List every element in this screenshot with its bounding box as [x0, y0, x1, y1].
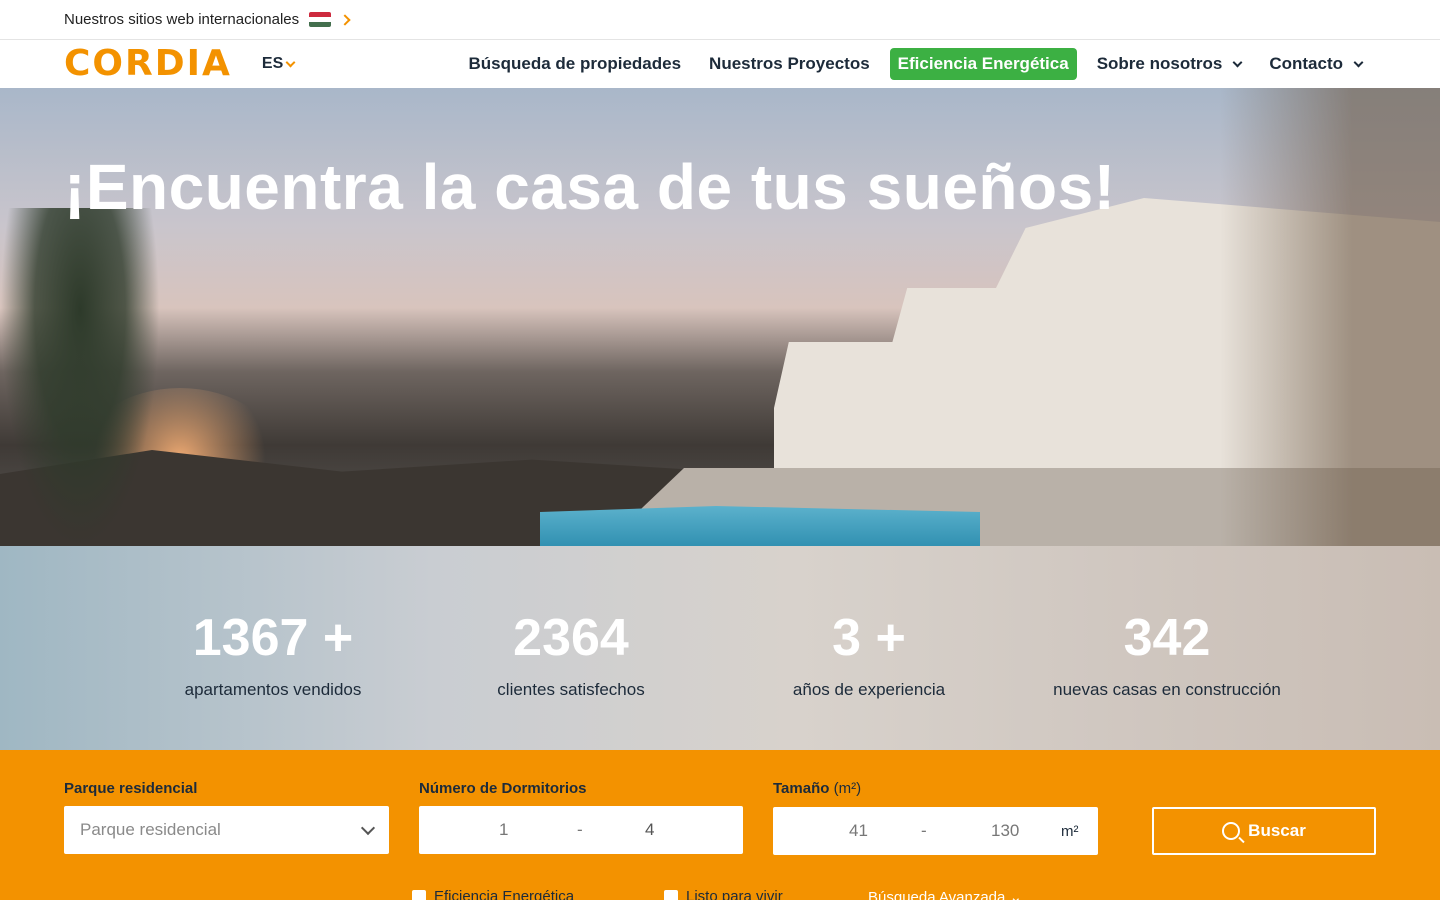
- stat-label: apartamentos vendidos: [184, 680, 362, 699]
- nav-item-projects[interactable]: Nuestros Proyectos: [695, 48, 884, 80]
- stat-label: clientes satisfechos: [497, 680, 645, 699]
- nav-item-label: Nuestros Proyectos: [709, 54, 870, 73]
- stat-satisfied-clients: 2364 clientes satisfechos: [441, 612, 701, 700]
- nav-item-about-us[interactable]: Sobre nosotros: [1083, 48, 1256, 80]
- park-placeholder: Parque residencial: [80, 820, 221, 839]
- hero-image-shade: [1220, 88, 1440, 546]
- stat-label: nuevas casas en construcción: [1053, 680, 1281, 699]
- checkbox-label: Eficiencia Energética: [434, 888, 575, 900]
- nav-item-label: Búsqueda de propiedades: [468, 54, 682, 73]
- stat-label: años de experiencia: [792, 680, 946, 699]
- range-separator: -: [577, 820, 583, 839]
- search-button-label: Buscar: [1248, 821, 1306, 840]
- chevron-down-icon: [360, 820, 376, 836]
- park-select[interactable]: Parque residencial: [64, 806, 389, 854]
- nav-menu: Búsqueda de propiedades Nuestros Proyect…: [455, 40, 1377, 88]
- chevron-down-icon: [1353, 57, 1364, 67]
- language-label: ES: [261, 55, 284, 72]
- hungary-flag-icon[interactable]: [309, 12, 332, 27]
- nav-item-label: Contacto: [1269, 54, 1343, 73]
- search-panel: Parque residencial Parque residencial Nú…: [0, 750, 1440, 900]
- nav-item-energy-efficiency[interactable]: Eficiencia Energética: [889, 48, 1077, 80]
- chevron-down-icon: [1232, 57, 1243, 67]
- checkbox-icon[interactable]: [664, 889, 678, 900]
- stat-value: 2364: [513, 609, 629, 667]
- checkbox-icon[interactable]: [412, 889, 426, 900]
- search-button[interactable]: Buscar: [1152, 807, 1376, 855]
- stat-apartments-sold: 1367 + apartamentos vendidos: [143, 612, 403, 700]
- stat-value: 1367 +: [192, 609, 354, 667]
- bedrooms-max[interactable]: 4: [645, 820, 654, 840]
- international-bar: Nuestros sitios web internacionales: [0, 0, 1440, 40]
- nav-item-property-search[interactable]: Búsqueda de propiedades: [455, 48, 696, 80]
- stats-section: 1367 + apartamentos vendidos 2364 client…: [0, 546, 1440, 750]
- stat-homes-under-construction: 342 nuevas casas en construcción: [1037, 612, 1297, 700]
- bedrooms-label: Número de Dormitorios: [419, 780, 587, 797]
- hero-image-palm: [0, 208, 160, 546]
- size-unit: m²: [1061, 822, 1079, 840]
- size-min[interactable]: 41: [849, 821, 868, 841]
- hero-banner: ¡Encuentra la casa de tus sueños!: [0, 88, 1440, 546]
- chevron-right-icon[interactable]: [339, 13, 351, 26]
- range-separator: -: [921, 821, 927, 840]
- checkbox-label: Listo para vivir: [686, 888, 783, 900]
- size-label-unit: (m²): [833, 780, 862, 797]
- main-nav: CORDIA ES Búsqueda de propiedades Nuestr…: [0, 40, 1440, 88]
- size-label: Tamaño (m²): [773, 780, 861, 797]
- cordia-logo[interactable]: CORDIA: [64, 46, 232, 82]
- ready-to-live-checkbox[interactable]: Listo para vivir: [664, 888, 783, 900]
- stat-years-experience: 3 + años de experiencia: [739, 612, 999, 700]
- energy-efficiency-checkbox[interactable]: Eficiencia Energética: [412, 888, 574, 900]
- chevron-down-icon: [285, 57, 296, 67]
- bedrooms-range[interactable]: 1 - 4: [419, 806, 743, 854]
- language-selector[interactable]: ES: [261, 55, 296, 73]
- size-label-text: Tamaño: [773, 780, 830, 797]
- bedrooms-min[interactable]: 1: [499, 820, 508, 840]
- size-range[interactable]: 41 - 130 m²: [773, 807, 1098, 855]
- nav-item-label: Sobre nosotros: [1096, 54, 1223, 73]
- nav-item-contact[interactable]: Contacto: [1255, 48, 1376, 80]
- advanced-search-link[interactable]: Búsqueda Avanzada ⌄: [868, 888, 1022, 900]
- search-icon: [1222, 822, 1241, 840]
- park-label: Parque residencial: [64, 780, 198, 797]
- nav-item-label: Eficiencia Energética: [897, 54, 1069, 73]
- stat-value: 3 +: [832, 609, 906, 667]
- size-max[interactable]: 130: [991, 821, 1019, 841]
- hero-title: ¡Encuentra la casa de tus sueños!: [64, 151, 1116, 223]
- international-sites-label[interactable]: Nuestros sitios web internacionales: [64, 11, 299, 28]
- stat-value: 342: [1123, 609, 1211, 667]
